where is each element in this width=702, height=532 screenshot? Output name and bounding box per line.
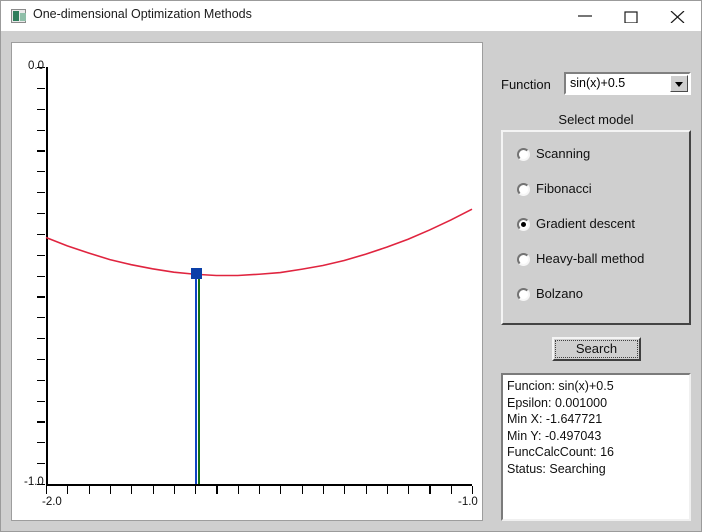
app-icon [11,9,26,23]
radio-indicator[interactable] [517,218,530,231]
radio-option-label: Fibonacci [536,181,592,196]
select-model-label: Select model [558,112,634,127]
result-line: FuncCalcCount: 16 [507,445,615,459]
result-line: Min Y: -0.497043 [507,428,602,443]
radio-indicator[interactable] [517,253,530,266]
minimum-marker [190,268,202,280]
radio-indicator[interactable] [517,183,530,196]
result-line: Funcion: sin(x)+0.5 [507,379,614,393]
function-plot[interactable]: 0.0 -1.0 -2.0 -1.0 [11,42,483,521]
minimum-vline-green [198,274,201,484]
radio-option-label: Scanning [536,146,591,161]
function-select-button[interactable] [670,75,688,92]
result-line: Epsilon: 0.001000 [507,395,608,410]
search-button[interactable]: Search [552,337,641,361]
result-line: Status: Searching [507,461,606,476]
model-group-box: Scanning Fibonacci Gradient descent Heavy-b… [501,130,691,325]
results-lines: Funcion: sin(x)+0.5 Epsilon: 0.001000 Min … [507,378,689,477]
maximize-icon [624,11,638,23]
radio-option-label: Heavy-ball method [536,251,645,266]
title-bar: One-dimensional Optimization Methods [1,1,701,32]
minimize-button[interactable] [563,1,609,30]
radio-indicator[interactable] [517,148,530,161]
radio-indicator[interactable] [517,288,530,301]
client-area: 0.0 -1.0 -2.0 -1.0 Function sin(x)+0.5 Sele… [1,31,701,531]
close-button[interactable] [655,1,701,30]
radio-option-label: Gradient descent [536,216,636,231]
chevron-down-icon [675,82,683,87]
application-window: One-dimensional Optimization Methods 0.0… [0,0,702,532]
function-curve [45,208,473,277]
function-label: Function [501,77,551,92]
window-title: One-dimensional Optimization Methods [33,7,252,21]
radio-selected-dot [521,222,526,227]
minimize-icon [578,15,592,17]
result-line: Min X: -1.647721 [507,412,603,426]
results-output[interactable]: Funcion: sin(x)+0.5 Epsilon: 0.001000 Min … [501,373,691,521]
search-button-label: Search [575,341,618,356]
close-icon [670,11,685,23]
function-select-value: sin(x)+0.5 [570,76,626,90]
radio-option-label: Bolzano [536,286,583,301]
function-select[interactable]: sin(x)+0.5 [564,72,691,95]
maximize-button[interactable] [609,1,655,30]
minimum-vline-blue [195,274,198,484]
